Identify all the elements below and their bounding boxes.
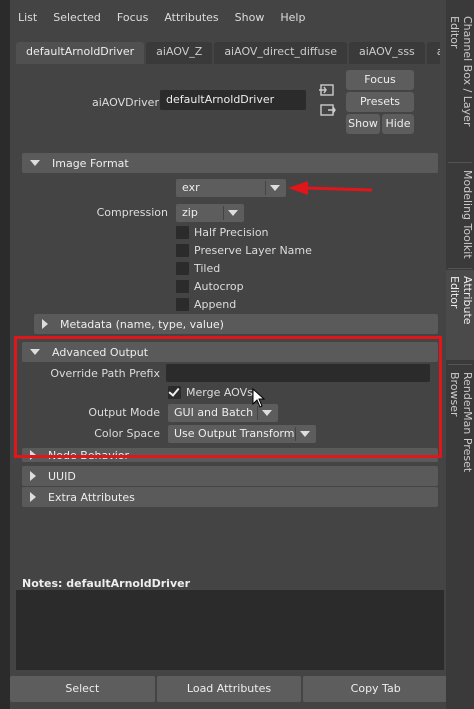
chevron-down-icon [270,185,280,191]
checkbox-box[interactable] [176,244,189,257]
bottom-button-bar: Select Load Attributes Copy Tab [10,676,449,702]
section-title: Extra Attributes [48,490,135,504]
tab-aiaov-sss[interactable]: aiAOV_sss [348,42,425,64]
menu-show[interactable]: Show [227,8,273,30]
side-tab-channel-box[interactable]: Channel Box / Layer Editor [446,10,474,160]
section-node-behavior[interactable]: Node Behavior [22,448,438,462]
tiled-checkbox[interactable]: Tiled [176,262,220,275]
checkbox-label: Tiled [194,262,221,275]
show-button[interactable]: Show [346,114,380,134]
section-uuid[interactable]: UUID [22,466,438,486]
color-space-dropdown[interactable]: Use Output Transform [168,425,316,443]
left-dock-edge [0,0,10,709]
dropdown-divider [223,206,224,220]
section-metadata[interactable]: Metadata (name, type, value) [34,314,438,334]
checkbox-label: Preserve Layer Name [194,244,312,257]
menu-focus[interactable]: Focus [109,8,156,30]
checkbox-box[interactable] [176,280,189,293]
focus-button[interactable]: Focus [346,70,414,90]
red-annotation-arrow-icon [288,181,373,195]
color-space-label: Color Space [94,427,160,440]
image-format-value: exr [182,181,200,194]
override-path-prefix-input[interactable] [166,364,430,382]
append-checkbox[interactable]: Append [176,298,236,311]
expand-arrow-icon [30,471,36,481]
side-tab-attribute-editor[interactable]: Attribute Editor [446,270,474,360]
section-image-format[interactable]: Image Format [22,153,438,173]
hide-button[interactable]: Hide [382,114,414,134]
output-mode-label: Output Mode [88,406,160,419]
side-tab-divider [448,268,472,269]
node-tabs: defaultArnoldDriver aiAOV_Z aiAOV_direct… [16,42,440,64]
preserve-layer-name-checkbox[interactable]: Preserve Layer Name [176,244,312,257]
image-format-dropdown[interactable]: exr [176,179,286,197]
autocrop-checkbox[interactable]: Autocrop [176,280,244,293]
menu-selected[interactable]: Selected [45,8,109,30]
checkbox-label: Merge AOVs [186,386,253,399]
chevron-down-icon [228,210,238,216]
checkbox-box[interactable] [168,386,181,399]
dropdown-divider [295,427,296,441]
checkbox-label: Append [194,298,237,311]
chevron-down-icon [300,431,310,437]
side-tab-divider [448,364,472,365]
merge-aovs-checkbox[interactable]: Merge AOVs [168,386,253,399]
notes-label: Notes: defaultArnoldDriver [22,577,191,590]
checkbox-label: Autocrop [194,280,244,293]
menu-bar: List Selected Focus Attributes Show Help [10,8,440,30]
half-precision-checkbox[interactable]: Half Precision [176,226,269,239]
driver-name-field[interactable]: defaultArnoldDriver [160,90,306,110]
output-connection-icon[interactable] [318,102,336,118]
section-extra-attributes[interactable]: Extra Attributes [22,487,438,507]
side-tab-modeling-toolkit[interactable]: Modeling Toolkit [446,164,474,264]
expand-arrow-icon [30,450,36,460]
load-attributes-button[interactable]: Load Attributes [156,676,302,702]
section-title: Advanced Output [52,345,149,359]
menu-list[interactable]: List [10,8,45,30]
checkbox-box[interactable] [176,262,189,275]
section-title: Node Behavior [48,448,130,462]
input-connection-icon[interactable] [318,82,336,98]
mouse-cursor-icon [252,388,266,408]
checkbox-box[interactable] [176,298,189,311]
tab-aiaov-direct-diffuse[interactable]: aiAOV_direct_diffuse [214,42,347,64]
compression-label: Compression [96,206,168,219]
tab-aiaov-z[interactable]: aiAOV_Z [146,42,213,64]
select-button[interactable]: Select [10,676,155,702]
notes-textarea[interactable] [16,590,444,670]
driver-label: aiAOVDriver: [92,96,163,109]
section-title: Image Format [52,156,129,170]
override-path-prefix-label: Override Path Prefix [50,367,160,380]
compression-value: zip [182,206,198,219]
side-tab-renderman-preset-browser[interactable]: RenderMan Preset Browser [446,366,474,516]
output-mode-value: GUI and Batch [174,406,254,419]
tab-more[interactable]: a [426,42,440,64]
section-advanced-output[interactable]: Advanced Output [22,342,438,362]
checkbox-label: Half Precision [194,226,269,239]
menu-attributes[interactable]: Attributes [156,8,226,30]
expand-arrow-icon [42,319,48,329]
collapse-arrow-icon [30,160,40,166]
section-title: Metadata (name, type, value) [60,317,224,331]
dropdown-divider [265,181,266,195]
copy-tab-button[interactable]: Copy Tab [303,676,449,702]
dropdown-divider [257,406,258,420]
chevron-down-icon [262,410,272,416]
compression-dropdown[interactable]: zip [176,204,244,222]
tab-default-arnold-driver[interactable]: defaultArnoldDriver [16,42,145,64]
color-space-value: Use Output Transform [174,427,295,440]
side-tab-divider [448,162,472,163]
expand-arrow-icon [30,492,36,502]
presets-button[interactable]: Presets [346,92,414,112]
section-title: UUID [48,469,76,483]
checkbox-box[interactable] [176,226,189,239]
menu-help[interactable]: Help [272,8,313,30]
collapse-arrow-icon [30,349,40,355]
